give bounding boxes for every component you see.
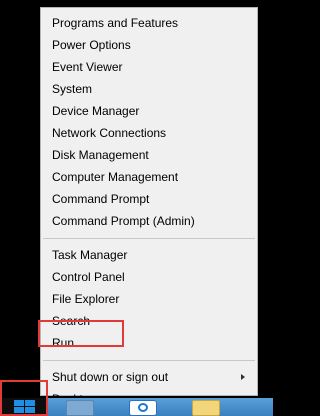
menu-separator: [43, 238, 255, 239]
menu-item-command-prompt[interactable]: Command Prompt: [41, 188, 257, 210]
menu-item-programs-and-features[interactable]: Programs and Features: [41, 12, 257, 34]
menu-item-system[interactable]: System: [41, 78, 257, 100]
menu-item-event-viewer[interactable]: Event Viewer: [41, 56, 257, 78]
menu-item-computer-management[interactable]: Computer Management: [41, 166, 257, 188]
file-manager-icon[interactable]: [66, 400, 94, 416]
menu-item-network-connections[interactable]: Network Connections: [41, 122, 257, 144]
menu-item-command-prompt-admin[interactable]: Command Prompt (Admin): [41, 210, 257, 232]
menu-item-shut-down-or-sign-out[interactable]: Shut down or sign out: [41, 366, 257, 388]
menu-item-file-explorer[interactable]: File Explorer: [41, 288, 257, 310]
menu-item-run[interactable]: Run: [41, 332, 257, 354]
taskbar: [0, 398, 273, 416]
power-user-menu: Programs and Features Power Options Even…: [40, 7, 258, 406]
menu-separator: [43, 360, 255, 361]
chevron-right-icon: [241, 374, 245, 380]
menu-item-power-options[interactable]: Power Options: [41, 34, 257, 56]
menu-item-task-manager[interactable]: Task Manager: [41, 244, 257, 266]
menu-item-search[interactable]: Search: [41, 310, 257, 332]
menu-group-system-tools: Programs and Features Power Options Even…: [41, 8, 257, 232]
folder-icon[interactable]: [192, 400, 220, 416]
menu-item-device-manager[interactable]: Device Manager: [41, 100, 257, 122]
start-button[interactable]: [0, 398, 48, 416]
menu-item-control-panel[interactable]: Control Panel: [41, 266, 257, 288]
menu-group-utilities: Task Manager Control Panel File Explorer…: [41, 244, 257, 354]
windows-logo-icon: [14, 400, 36, 414]
menu-item-disk-management[interactable]: Disk Management: [41, 144, 257, 166]
menu-item-label: Shut down or sign out: [52, 370, 169, 384]
internet-explorer-icon[interactable]: [129, 400, 157, 416]
